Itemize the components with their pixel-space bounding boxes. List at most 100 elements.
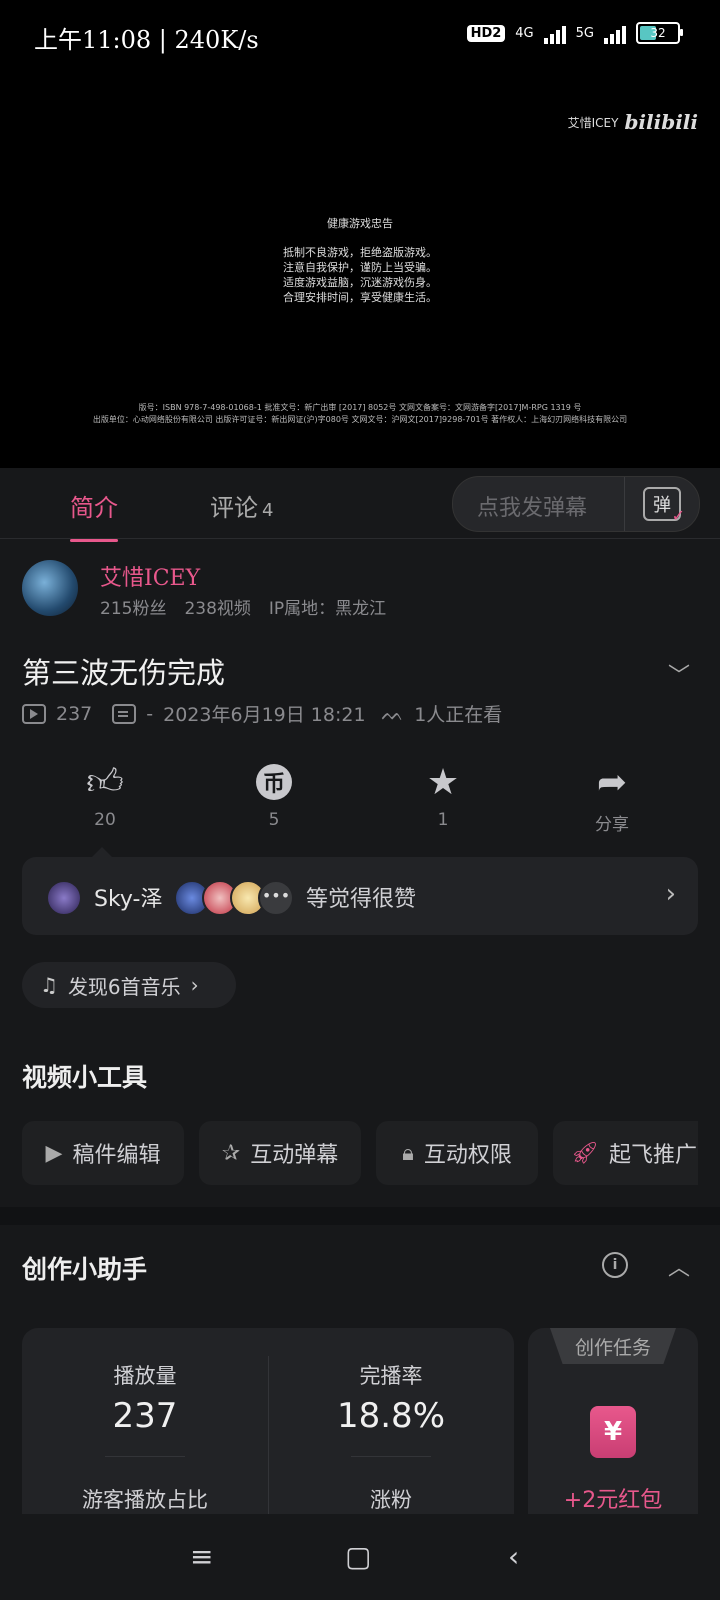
- battery-icon: 32: [636, 22, 683, 44]
- coin-icon: 币: [256, 764, 292, 800]
- ip-location: IP属地：黑龙江: [268, 599, 387, 619]
- warning-title: 健康游戏忠告: [327, 217, 393, 230]
- danmaku-placeholder: 点我发弹幕: [477, 496, 588, 521]
- liker-avatar: [46, 880, 82, 916]
- metrics-divider: [351, 1456, 431, 1457]
- warning-line: 适度游戏益脑，沉迷游戏伤身。: [283, 276, 437, 289]
- uploader-avatar[interactable]: [22, 560, 78, 616]
- hd-icon: HD2: [466, 24, 506, 42]
- danmaku-count: -: [146, 702, 154, 725]
- danmaku-icon: 弹: [643, 487, 685, 525]
- task-reward: +2元红包: [563, 1488, 663, 1513]
- uploader-meta: 215粉丝 238视频 IP属地：黑龙江: [100, 594, 386, 619]
- share-button[interactable]: ➦ 分享: [567, 760, 657, 836]
- tool-label: 稿件编辑: [72, 1143, 161, 1168]
- tools-row: ▶︎ 稿件编辑 ✰ 互动弹幕 🔒︎ 互动权限 🚀︎ 起飞推广: [0, 1121, 698, 1185]
- info-icon[interactable]: i: [602, 1252, 628, 1278]
- metric-value: 237: [112, 1396, 178, 1436]
- network-4g-label: 4G: [515, 25, 534, 41]
- tool-interactive-danmaku-button[interactable]: ✰ 互动弹幕: [199, 1121, 361, 1185]
- tool-edit-button[interactable]: ▶︎ 稿件编辑: [22, 1121, 184, 1185]
- watermark-author: 艾惜ICEY: [567, 115, 619, 130]
- creation-task-card[interactable]: 创作任务 ¥ +2元红包: [528, 1328, 698, 1518]
- metric-label: 游客播放占比: [82, 1488, 208, 1512]
- tab-comments[interactable]: 评论 4: [210, 488, 273, 523]
- music-label: 发现6首音乐: [67, 974, 181, 999]
- publish-date: 2023年6月19日 18:21: [163, 704, 366, 726]
- metric-label: 完播率: [359, 1364, 423, 1388]
- uploader-name[interactable]: 艾惜ICEY: [100, 560, 200, 592]
- helper-heading: 创作小助手: [22, 1255, 148, 1284]
- warning-line: 抵制不良游戏，拒绝盗版游戏。: [283, 246, 437, 259]
- health-warning: 健康游戏忠告 抵制不良游戏，拒绝盗版游戏。 注意自我保护，谨防上当受骗。 适度游…: [0, 216, 720, 305]
- star-outline-icon: ✰: [221, 1140, 241, 1166]
- section-divider: [0, 1207, 720, 1225]
- warning-line: 注意自我保护，谨防上当受骗。: [283, 261, 437, 274]
- license-line: 出版单位：心动网络股份有限公司 出版许可证号：新出网证(沪)字080号 文网文号…: [92, 415, 628, 424]
- metric-guest-ratio: 游客播放占比: [22, 1484, 268, 1514]
- more-avatars-icon: •••: [258, 880, 294, 916]
- share-arrow-icon: ➦: [596, 761, 628, 803]
- status-bar: 上午11:08 | 240K/s HD2 4G 5G 32: [0, 0, 720, 72]
- watching-icon: ᨓ: [381, 702, 405, 725]
- metrics-divider: [105, 1456, 185, 1457]
- warning-line: 合理安排时间，享受健康生活。: [283, 291, 437, 304]
- system-nav-bar: ≡ ▢ ‹: [0, 1514, 720, 1600]
- video-player[interactable]: 艾惜ICEY bilibili 健康游戏忠告 抵制不良游戏，拒绝盗版游戏。 注意…: [0, 72, 720, 468]
- watching-count: 1人正在看: [414, 704, 503, 726]
- tool-permission-button[interactable]: 🔒︎ 互动权限: [376, 1121, 538, 1185]
- expand-chevron-icon[interactable]: ﹀: [668, 658, 690, 690]
- signal-icon: [604, 22, 626, 44]
- favorite-count: 1: [437, 810, 449, 830]
- star-icon: ★: [426, 761, 460, 803]
- like-button[interactable]: 👍︎ 20: [60, 760, 150, 830]
- metric-plays: 播放量 237: [22, 1360, 268, 1436]
- tab-comments-label: 评论: [210, 494, 258, 522]
- back-icon[interactable]: ‹: [508, 1540, 519, 1573]
- comment-count: 4: [262, 500, 274, 521]
- danmaku-toggle-button[interactable]: 弹: [624, 477, 699, 531]
- license-line: 版号：ISBN 978-7-498-01068-1 批准文号：新广出审 [201…: [138, 403, 582, 412]
- thumbs-up-icon: 👍︎: [86, 762, 124, 803]
- edit-video-icon: ▶︎: [45, 1140, 63, 1166]
- play-count-icon: [22, 703, 46, 724]
- lock-headset-icon: 🔒︎: [402, 1140, 414, 1166]
- metrics-card[interactable]: 播放量 237 完播率 18.8% 游客播放占比 涨粉: [22, 1328, 514, 1518]
- play-count: 237: [56, 702, 93, 725]
- metric-value: 18.8%: [336, 1396, 445, 1436]
- share-label: 分享: [595, 815, 629, 835]
- metric-label: 播放量: [113, 1364, 177, 1388]
- danmaku-input[interactable]: 点我发弹幕 弹: [452, 476, 700, 532]
- fans-count: 215粉丝: [100, 599, 167, 619]
- coin-button[interactable]: 币 5: [229, 760, 319, 830]
- video-stats: 237 - 2023年6月19日 18:21 ᨓ 1人正在看: [22, 700, 502, 727]
- tab-intro[interactable]: 简介: [70, 488, 118, 542]
- tool-label: 起飞推广: [608, 1143, 697, 1168]
- collapse-chevron-icon[interactable]: ︿: [668, 1250, 690, 1282]
- rocket-icon: 🚀︎: [571, 1140, 599, 1166]
- favorite-button[interactable]: ★ 1: [398, 760, 488, 831]
- watermark: 艾惜ICEY bilibili: [568, 110, 698, 134]
- liker-name: Sky-泽: [94, 887, 163, 912]
- red-packet-icon: ¥: [590, 1406, 636, 1458]
- status-icons: HD2 4G 5G 32: [466, 22, 683, 44]
- menu-icon[interactable]: ≡: [190, 1540, 213, 1573]
- home-icon[interactable]: ▢: [345, 1540, 371, 1573]
- video-title: 第三波无伤完成: [22, 656, 226, 690]
- likers-card[interactable]: Sky-泽 ••• 等觉得很赞 ›: [22, 847, 698, 935]
- metric-label: 涨粉: [370, 1488, 412, 1512]
- video-count: 238视频: [184, 599, 251, 619]
- battery-level: 32: [650, 26, 666, 40]
- task-tab-label: 创作任务: [550, 1328, 676, 1364]
- chevron-right-icon: ›: [190, 973, 199, 997]
- danmaku-count-icon: [112, 703, 137, 724]
- tool-promote-button[interactable]: 🚀︎ 起飞推广: [553, 1121, 698, 1185]
- status-time: 上午11:08 | 240K/s: [34, 26, 259, 54]
- metric-completion: 完播率 18.8%: [268, 1360, 514, 1436]
- signal-icon: [543, 22, 566, 44]
- tool-label: 互动弹幕: [250, 1143, 339, 1168]
- metric-fans: 涨粉: [268, 1484, 514, 1514]
- chevron-right-icon: ›: [665, 879, 676, 909]
- network-5g-label: 5G: [575, 25, 594, 41]
- music-discovery-button[interactable]: ♫ 发现6首音乐 ›: [22, 962, 236, 1008]
